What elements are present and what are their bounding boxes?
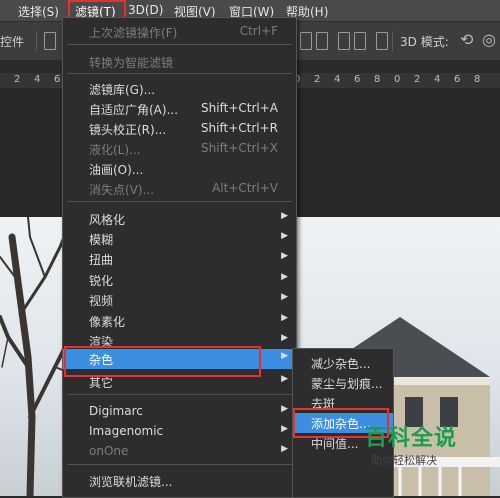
submenu-arrow-icon: ▶ bbox=[281, 313, 288, 323]
menu-separator bbox=[67, 394, 292, 395]
menu-item-label: 上次滤镜操作(F) bbox=[89, 26, 178, 40]
menu-item-label: 液化(L)... bbox=[89, 143, 141, 157]
submenu-arrow-icon: ▶ bbox=[281, 333, 288, 343]
filter-menu-item[interactable]: 模糊 ▶ bbox=[63, 229, 296, 249]
filter-menu-item[interactable]: Digimarc ▶ bbox=[63, 402, 296, 422]
menu-item-label: 镜头校正(R)... bbox=[89, 123, 167, 137]
submenu-arrow-icon: ▶ bbox=[281, 351, 288, 361]
menu-item-shortcut: Alt+Ctrl+V bbox=[212, 181, 278, 195]
menu-item-label: Imagenomic bbox=[89, 424, 164, 438]
ruler-tick-label: 2 bbox=[14, 74, 21, 85]
ruler-tick-label: 2 bbox=[414, 74, 421, 85]
3d-mode-label: 3D 模式: bbox=[400, 35, 449, 49]
submenu-item-label: 减少杂色... bbox=[311, 357, 371, 371]
menu-item-label: 像素化 bbox=[89, 315, 126, 329]
roll-3d-icon[interactable]: ◎ bbox=[482, 30, 496, 49]
menu-item-label: 油画(O)... bbox=[89, 163, 144, 177]
menu-item-label: 模糊 bbox=[89, 233, 114, 247]
submenu-arrow-icon: ▶ bbox=[281, 292, 288, 302]
submenu-item-label: 蒙尘与划痕... bbox=[311, 377, 383, 391]
menu-item-shortcut: Shift+Ctrl+R bbox=[200, 121, 278, 135]
align-icon[interactable] bbox=[44, 32, 56, 50]
menu-item-label: onOne bbox=[89, 444, 129, 458]
menu-separator bbox=[67, 464, 292, 465]
filter-menu-item[interactable]: 滤镜库(G)... bbox=[63, 79, 296, 99]
ruler-tick-label: 0 bbox=[394, 74, 401, 85]
submenu-arrow-icon: ▶ bbox=[281, 211, 288, 221]
toolbar-controls-label: 控件 bbox=[0, 35, 25, 49]
submenu-arrow-icon: ▶ bbox=[281, 404, 288, 414]
submenu-arrow-icon: ▶ bbox=[281, 424, 288, 434]
menu-separator bbox=[67, 73, 292, 74]
filter-menu: 上次滤镜操作(F) Ctrl+F 转换为智能滤镜 滤镜库(G)... 自适应广角(A).… bbox=[62, 17, 297, 498]
menu-item-label: 滤镜库(G)... bbox=[89, 83, 156, 97]
menu-item-label: 浏览联机滤镜... bbox=[89, 475, 173, 489]
distribute-center-icon[interactable] bbox=[316, 32, 328, 50]
filter-menu-item[interactable]: 浏览联机滤镜... bbox=[63, 471, 296, 491]
ruler-tick-label: 4 bbox=[434, 74, 441, 85]
distribute-bottom-icon[interactable] bbox=[338, 32, 350, 50]
menu-item-label: 锐化 bbox=[89, 274, 114, 288]
menu-item-label: 转换为智能滤镜 bbox=[89, 56, 174, 70]
menu-item-label: 自适应广角(A)... bbox=[89, 103, 179, 117]
annotation-box-noise bbox=[64, 346, 261, 377]
filter-menu-item: onOne ▶ bbox=[63, 442, 296, 462]
toolbar-divider bbox=[36, 31, 37, 51]
filter-menu-item: 转换为智能滤镜 bbox=[63, 52, 296, 72]
ruler-tick-label: 6 bbox=[454, 74, 461, 85]
filter-menu-item[interactable]: 镜头校正(R)... Shift+Ctrl+R bbox=[63, 119, 296, 139]
filter-menu-item[interactable]: 扭曲 ▶ bbox=[63, 249, 296, 269]
submenu-arrow-icon: ▶ bbox=[281, 444, 288, 454]
ruler-tick-label: 4 bbox=[34, 74, 41, 85]
menu-3d[interactable]: 3D(D) bbox=[128, 3, 163, 17]
ruler-tick-label: 4 bbox=[334, 74, 341, 85]
submenu-arrow-icon: ▶ bbox=[281, 272, 288, 282]
distribute-left-icon[interactable] bbox=[354, 32, 366, 50]
ruler-tick-label: 8 bbox=[474, 74, 481, 85]
toolbar-divider bbox=[392, 31, 393, 51]
filter-menu-item[interactable]: 锐化 ▶ bbox=[63, 270, 296, 290]
filter-menu-item: 液化(L)... Shift+Ctrl+X bbox=[63, 139, 296, 159]
filter-menu-item[interactable]: Imagenomic ▶ bbox=[63, 422, 296, 442]
submenu-arrow-icon: ▶ bbox=[281, 251, 288, 261]
filter-menu-item: 消失点(V)... Alt+Ctrl+V bbox=[63, 179, 296, 199]
filter-menu-item[interactable]: 视频 ▶ bbox=[63, 290, 296, 310]
watermark-title: 百科全说 bbox=[365, 426, 458, 451]
menu-item-shortcut: Ctrl+F bbox=[239, 24, 278, 38]
filter-menu-item[interactable]: 油画(O)... bbox=[63, 159, 296, 179]
menu-select[interactable]: 选择(S) bbox=[18, 3, 59, 20]
filter-menu-item[interactable]: 像素化 ▶ bbox=[63, 311, 296, 331]
submenu-arrow-icon: ▶ bbox=[281, 374, 288, 384]
menu-separator bbox=[67, 201, 292, 202]
menu-item-label: 消失点(V)... bbox=[89, 183, 155, 197]
ruler-tick-label: 8 bbox=[374, 74, 381, 85]
distribute-right-icon[interactable] bbox=[376, 32, 388, 50]
menu-separator bbox=[67, 44, 292, 45]
menu-item-shortcut: Shift+Ctrl+A bbox=[201, 101, 278, 115]
menu-item-label: 视频 bbox=[89, 294, 114, 308]
watermark-logo: 百科全说 助你轻松解决 bbox=[355, 418, 473, 470]
noise-submenu-item[interactable]: 蒙尘与划痕... bbox=[293, 373, 393, 393]
filter-menu-item[interactable]: 自适应广角(A)... Shift+Ctrl+A bbox=[63, 99, 296, 119]
watermark-subtitle: 助你轻松解决 bbox=[371, 454, 437, 467]
filter-menu-item: 上次滤镜操作(F) Ctrl+F bbox=[63, 22, 296, 42]
menu-item-label: 扭曲 bbox=[89, 253, 114, 267]
ruler-tick-label: 6 bbox=[54, 74, 61, 85]
ruler-tick-label: 2 bbox=[314, 74, 321, 85]
ruler-tick-label: 6 bbox=[354, 74, 361, 85]
menu-item-shortcut: Shift+Ctrl+X bbox=[201, 141, 278, 155]
submenu-arrow-icon: ▶ bbox=[281, 231, 288, 241]
rotate-3d-icon[interactable]: ⟲ bbox=[460, 30, 473, 49]
distribute-icon[interactable] bbox=[300, 32, 312, 50]
menu-item-label: 风格化 bbox=[89, 213, 126, 227]
noise-submenu-item[interactable]: 减少杂色... bbox=[293, 353, 393, 373]
menu-item-label: Digimarc bbox=[89, 404, 143, 418]
filter-menu-item[interactable]: 风格化 ▶ bbox=[63, 209, 296, 229]
